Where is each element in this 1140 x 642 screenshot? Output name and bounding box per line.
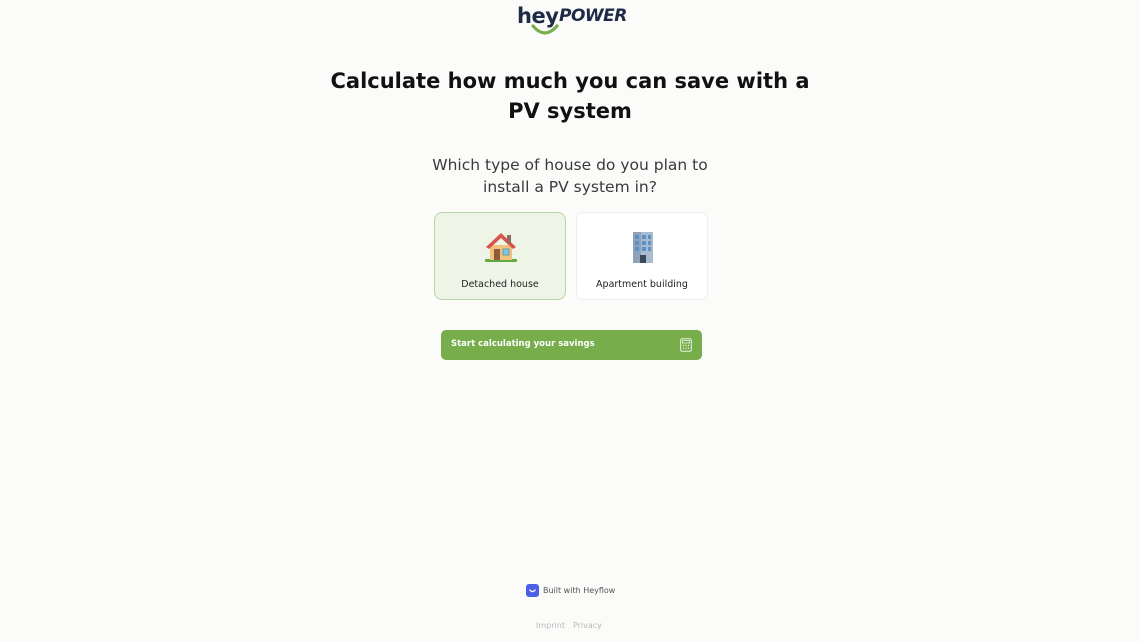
option-detached-house[interactable]: Detached house	[434, 212, 566, 300]
apartment-building-icon	[633, 232, 653, 263]
question-text: Which type of house do you plan to insta…	[432, 156, 708, 196]
header: hey POWER	[0, 4, 1140, 44]
option-label-detached-house: Detached house	[461, 279, 539, 290]
heyflow-icon	[526, 584, 539, 597]
imprint-link[interactable]: Imprint	[536, 621, 565, 630]
heypower-logo: hey POWER	[515, 4, 627, 40]
smile-icon	[531, 24, 559, 35]
footer-links: Imprint Privacy	[536, 621, 602, 630]
option-label-apartment-building: Apartment building	[596, 279, 688, 290]
page: hey POWER Calculate how much you can sav…	[0, 0, 1140, 642]
built-with-heyflow-text: Built with Heyflow	[543, 586, 616, 595]
start-calculating-button[interactable]: Start calculating your savings	[441, 330, 702, 360]
privacy-link[interactable]: Privacy	[573, 621, 602, 630]
calculator-icon	[680, 338, 692, 352]
page-title: Calculate how much you can save with a P…	[330, 69, 810, 123]
start-calculating-label: Start calculating your savings	[451, 339, 595, 349]
house-icon	[485, 233, 517, 262]
logo-power-text: POWER	[559, 6, 627, 26]
option-apartment-building[interactable]: Apartment building	[576, 212, 708, 300]
